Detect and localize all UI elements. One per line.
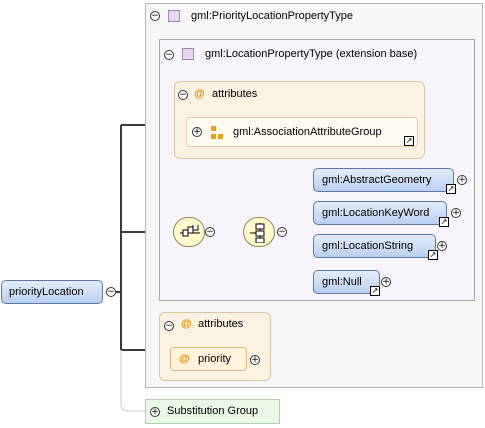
substitution-group[interactable]: + Substitution Group bbox=[145, 399, 280, 424]
collapse-icon[interactable]: − bbox=[150, 11, 160, 21]
collapse-icon[interactable]: − bbox=[106, 287, 116, 297]
attribute-label: priority bbox=[198, 353, 232, 365]
attribute-priority[interactable]: @ priority bbox=[170, 347, 247, 371]
element-label: gml:Null bbox=[322, 276, 362, 288]
sequence-compositor[interactable] bbox=[173, 217, 205, 247]
type-square-icon bbox=[168, 10, 180, 22]
element-label: gml:LocationString bbox=[322, 240, 414, 252]
expand-icon[interactable]: + bbox=[192, 127, 202, 137]
outer-type-label: gml:PriorityLocationPropertyType bbox=[191, 10, 354, 22]
collapse-icon[interactable]: − bbox=[178, 90, 188, 100]
expand-icon[interactable]: + bbox=[150, 407, 160, 417]
reference-arrow-icon[interactable]: ↗ bbox=[370, 286, 380, 296]
type-square-icon bbox=[182, 48, 194, 60]
element-abstract-geometry[interactable]: gml:AbstractGeometry bbox=[313, 168, 454, 192]
reference-arrow-icon[interactable]: ↗ bbox=[428, 250, 438, 260]
attribute-group-icon bbox=[211, 126, 223, 139]
attributes-header: attributes bbox=[212, 88, 258, 100]
collapse-icon[interactable]: − bbox=[164, 321, 174, 331]
substitution-group-label: Substitution Group bbox=[167, 405, 259, 417]
attribute-group-label[interactable]: gml:AssociationAttributeGroup bbox=[233, 126, 382, 138]
attribute-group-row: + gml:AssociationAttributeGroup ↗ bbox=[186, 117, 418, 147]
reference-arrow-icon[interactable]: ↗ bbox=[404, 136, 414, 146]
choice-compositor[interactable] bbox=[243, 217, 275, 247]
element-label: gml:LocationKeyWord bbox=[322, 207, 430, 219]
attributes-header: attributes bbox=[198, 318, 244, 330]
collapse-icon[interactable]: − bbox=[277, 227, 287, 237]
collapse-icon[interactable]: − bbox=[164, 50, 174, 60]
expand-icon[interactable]: + bbox=[451, 208, 461, 218]
root-element-label: priorityLocation bbox=[9, 286, 84, 298]
attribute-symbol: @ bbox=[181, 318, 192, 330]
extension-label: gml:LocationPropertyType (extension base… bbox=[205, 48, 418, 60]
sequence-compositor-icon bbox=[180, 225, 200, 237]
expand-icon[interactable]: + bbox=[250, 355, 260, 365]
element-label: gml:AbstractGeometry bbox=[322, 174, 432, 186]
reference-arrow-icon[interactable]: ↗ bbox=[439, 217, 449, 227]
attribute-symbol: @ bbox=[194, 88, 205, 100]
element-location-key-word[interactable]: gml:LocationKeyWord bbox=[313, 201, 447, 225]
reference-arrow-icon[interactable]: ↗ bbox=[446, 184, 456, 194]
collapse-icon[interactable]: − bbox=[205, 227, 215, 237]
element-location-string[interactable]: gml:LocationString bbox=[313, 234, 436, 258]
expand-icon[interactable]: + bbox=[457, 175, 467, 185]
expand-icon[interactable]: + bbox=[437, 241, 447, 251]
choice-compositor-icon bbox=[250, 223, 265, 243]
root-element[interactable]: priorityLocation bbox=[1, 280, 103, 304]
attribute-symbol: @ bbox=[179, 353, 190, 365]
expand-icon[interactable]: + bbox=[381, 277, 391, 287]
